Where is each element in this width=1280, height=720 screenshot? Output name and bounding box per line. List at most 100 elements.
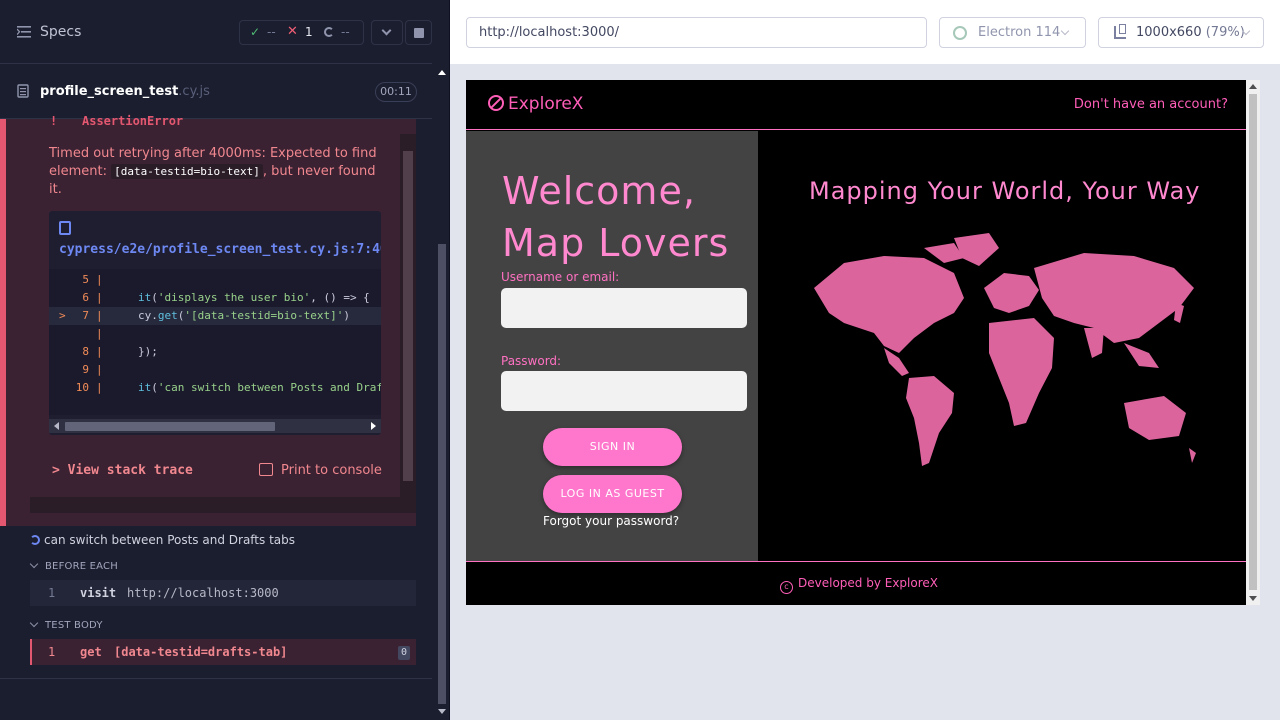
code-frame-scrollbar[interactable]: [49, 419, 381, 433]
app-scrollbar[interactable]: [1246, 80, 1260, 605]
reporter-scrollbar[interactable]: [434, 64, 450, 720]
print-to-console-label: Print to console: [281, 463, 382, 478]
error-type: AssertionError: [82, 114, 184, 128]
panel-divider[interactable]: [449, 0, 450, 720]
viewport-size: 1000x660: [1136, 25, 1202, 40]
active-line-marker: >: [59, 309, 66, 322]
code-line: 5 |: [49, 271, 381, 289]
running-spinner-icon: [30, 535, 40, 545]
browser-name: Electron 114: [978, 25, 1061, 40]
command-visit[interactable]: 1 visit http://localhost:3000: [30, 580, 416, 606]
scroll-thumb[interactable]: [438, 244, 446, 704]
stop-button[interactable]: [405, 20, 432, 45]
failed-x-icon: ✕: [287, 24, 298, 39]
scroll-thumb[interactable]: [65, 422, 275, 431]
line-number: 5: [82, 273, 89, 286]
code-line: |: [49, 325, 381, 343]
line-number: 6: [82, 291, 89, 304]
viewport-scale: (79%): [1205, 25, 1245, 40]
code-line: 6 | it('displays the user bio', () => {: [49, 289, 381, 307]
username-input[interactable]: [501, 288, 747, 328]
specs-title[interactable]: Specs: [40, 24, 81, 40]
spec-file-name[interactable]: profile_screen_test.cy.js: [40, 84, 210, 99]
command-number: 1: [48, 645, 56, 659]
viewport-icon: [1114, 24, 1126, 39]
code-line-active: >7 | cy.get('[data-testid=bio-text]'): [49, 307, 381, 325]
footer-text: Developed by ExploreX: [798, 576, 938, 590]
logo-icon: [488, 95, 504, 111]
expand-collapse-button[interactable]: [371, 20, 403, 45]
pending-spinner-icon: [324, 27, 334, 37]
file-icon: [17, 84, 29, 98]
copyright-icon: c: [780, 581, 793, 594]
view-stack-trace-button[interactable]: > View stack trace: [52, 463, 193, 478]
world-map-image: [814, 233, 1196, 466]
brand-name: ExploreX: [508, 94, 584, 114]
signup-link[interactable]: Don't have an account?: [1074, 97, 1228, 112]
error-hscrollbar[interactable]: [30, 497, 416, 513]
code-line: 8 | });: [49, 343, 381, 361]
scroll-thumb[interactable]: [1249, 94, 1257, 590]
app-under-test: ExploreX Don't have an account? Welcome,…: [466, 80, 1246, 605]
error-indicator-bar: [0, 119, 6, 526]
sign-in-button[interactable]: SIGN IN: [543, 428, 682, 466]
spec-file-ext: .cy.js: [178, 84, 210, 99]
error-header: ! AssertionError: [50, 114, 183, 128]
chevron-down-icon: [29, 618, 39, 628]
browser-selector[interactable]: Electron 114: [939, 17, 1086, 48]
command-number: 1: [48, 586, 56, 600]
stop-icon: [414, 28, 424, 38]
url-bar[interactable]: http://localhost:3000/: [466, 17, 927, 48]
chevron-down-icon: [1060, 26, 1070, 36]
file-icon: [59, 221, 71, 235]
command-arg: [data-testid=drafts-tab]: [114, 645, 288, 659]
scroll-right-icon[interactable]: [371, 422, 376, 430]
password-input[interactable]: [501, 371, 747, 411]
brand-logo[interactable]: ExploreX: [488, 94, 583, 114]
pending-count: --: [341, 25, 350, 39]
command-get-failed[interactable]: 1 get [data-testid=drafts-tab] 0: [30, 639, 416, 665]
test-stats: ✓ -- ✕ 1 --: [239, 20, 364, 45]
passed-count: --: [267, 25, 276, 39]
line-gutter: |: [96, 273, 103, 286]
scroll-up-icon[interactable]: [438, 70, 446, 75]
view-stack-trace-label: View stack trace: [67, 463, 193, 478]
code-text: cy.get('[data-testid=bio-text]'): [138, 309, 350, 322]
guest-login-button[interactable]: LOG IN AS GUEST: [543, 475, 682, 513]
specs-list-icon[interactable]: [17, 26, 31, 38]
print-to-console-button[interactable]: Print to console: [259, 463, 382, 478]
code-text: it('displays the user bio', () => {: [138, 291, 370, 304]
viewport-selector[interactable]: 1000x660 (79%): [1098, 17, 1264, 48]
error-scrollbar[interactable]: [400, 134, 416, 498]
code-frame: cypress/e2e/profile_screen_test.cy.js:7:…: [49, 211, 381, 435]
before-each-section[interactable]: BEFORE EACH: [29, 559, 118, 572]
app-header: ExploreX Don't have an account?: [466, 80, 1246, 130]
code-frame-file-link[interactable]: cypress/e2e/profile_screen_test.cy.js:7:…: [59, 220, 381, 260]
forgot-password-link[interactable]: Forgot your password?: [543, 514, 679, 528]
electron-icon: [953, 26, 967, 40]
app-footer: c Developed by ExploreX: [466, 561, 1246, 605]
line-number: 9: [82, 363, 89, 376]
chevron-down-icon: [381, 25, 392, 36]
line-number: 8: [82, 345, 89, 358]
code-line: 9 |: [49, 361, 381, 379]
test-title: can switch between Posts and Drafts tabs: [44, 533, 296, 547]
before-each-label: BEFORE EACH: [45, 561, 118, 572]
scroll-left-icon[interactable]: [54, 422, 59, 430]
test-item-running[interactable]: can switch between Posts and Drafts tabs: [30, 533, 295, 547]
code-text: it('can switch between Posts and Drafts …: [138, 381, 381, 394]
line-gutter: |: [96, 345, 103, 358]
scroll-thumb[interactable]: [403, 151, 413, 481]
scroll-up-icon[interactable]: [1249, 84, 1257, 89]
viewport-label: 1000x660 (79%): [1136, 18, 1245, 47]
code-text: });: [138, 345, 158, 358]
scroll-down-icon[interactable]: [438, 709, 446, 714]
command-arg: http://localhost:3000: [127, 586, 279, 600]
scroll-down-icon[interactable]: [1249, 596, 1257, 601]
test-body-section[interactable]: TEST BODY: [29, 618, 103, 631]
line-gutter: |: [96, 309, 103, 322]
line-gutter: |: [96, 381, 103, 394]
code-frame-body: 5 | 6 | it('displays the user bio', () => {…: [49, 269, 381, 415]
terminal-icon: [259, 463, 273, 476]
test-body-label: TEST BODY: [45, 620, 103, 631]
